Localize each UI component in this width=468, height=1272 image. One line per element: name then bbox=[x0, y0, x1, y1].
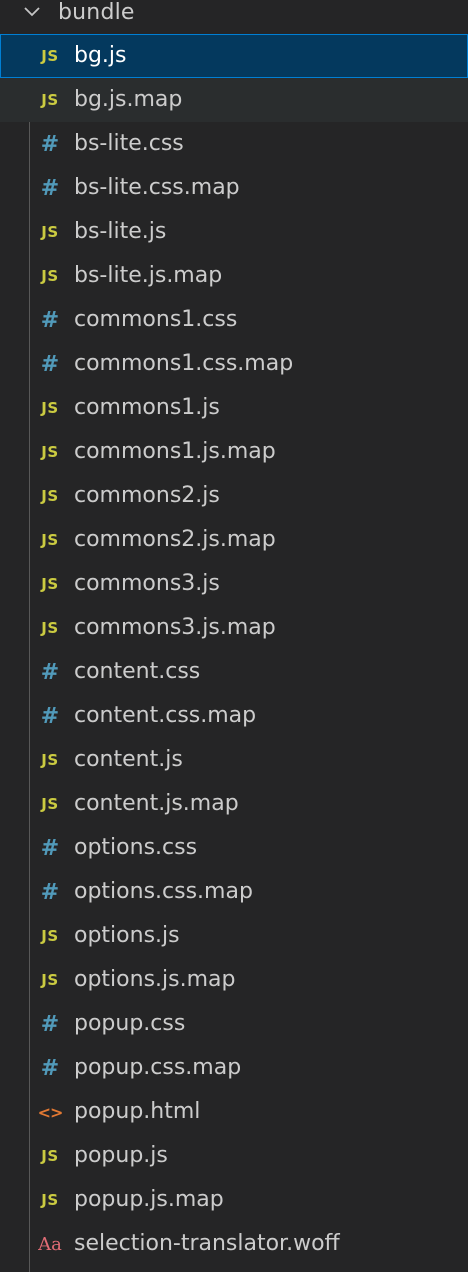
file-row[interactable]: # popup.css bbox=[0, 1002, 468, 1046]
js-icon: JS bbox=[41, 971, 59, 989]
file-name: commons2.js.map bbox=[74, 527, 276, 552]
css-hash-icon: # bbox=[40, 835, 60, 861]
file-name: popup.js.map bbox=[74, 1187, 224, 1212]
font-file-icon: Aa bbox=[38, 1233, 62, 1255]
file-name: bs-lite.js bbox=[74, 219, 167, 244]
js-icon: JS bbox=[41, 91, 59, 109]
file-name: options.css bbox=[74, 835, 198, 860]
file-row[interactable]: JS commons1.js bbox=[0, 386, 468, 430]
file-row[interactable]: # content.css bbox=[0, 650, 468, 694]
file-row[interactable]: JS commons3.js bbox=[0, 562, 468, 606]
chevron-down-icon[interactable] bbox=[24, 0, 54, 34]
file-name: popup.css.map bbox=[74, 1055, 242, 1080]
css-hash-icon: # bbox=[40, 703, 60, 729]
file-row[interactable]: # bs-lite.css.map bbox=[0, 166, 468, 210]
css-hash-icon: # bbox=[40, 131, 60, 157]
css-hash-icon: # bbox=[40, 307, 60, 333]
file-name: popup.html bbox=[74, 1099, 201, 1124]
file-row[interactable]: JS bs-lite.js.map bbox=[0, 254, 468, 298]
file-name: bs-lite.css.map bbox=[74, 175, 240, 200]
js-icon: JS bbox=[41, 575, 59, 593]
folder-name: bundle bbox=[58, 0, 135, 25]
file-name: content.css bbox=[74, 659, 201, 684]
file-row[interactable]: JS content.js.map bbox=[0, 782, 468, 826]
file-row[interactable]: # options.css.map bbox=[0, 870, 468, 914]
file-explorer-tree: bundle JS bg.js JS bg.js.map # bs-lite.css # bs… bbox=[0, 0, 468, 1272]
file-list: JS bg.js JS bg.js.map # bs-lite.css # bs-lite.c… bbox=[0, 34, 468, 1266]
file-row[interactable]: # bs-lite.css bbox=[0, 122, 468, 166]
file-row[interactable]: JS popup.js.map bbox=[0, 1178, 468, 1222]
file-name: content.css.map bbox=[74, 703, 257, 728]
js-icon: JS bbox=[41, 795, 59, 813]
file-row[interactable]: JS commons2.js bbox=[0, 474, 468, 518]
file-row[interactable]: # content.css.map bbox=[0, 694, 468, 738]
js-icon: JS bbox=[41, 399, 59, 417]
file-name: commons1.css bbox=[74, 307, 238, 332]
file-name: popup.css bbox=[74, 1011, 186, 1036]
file-name: options.js.map bbox=[74, 967, 236, 992]
js-icon: JS bbox=[41, 531, 59, 549]
file-name: content.js bbox=[74, 747, 183, 772]
file-name: bg.js.map bbox=[74, 87, 183, 112]
file-row[interactable]: <> popup.html bbox=[0, 1090, 468, 1134]
file-row[interactable]: # options.css bbox=[0, 826, 468, 870]
js-icon: JS bbox=[41, 267, 59, 285]
file-name: popup.js bbox=[74, 1143, 168, 1168]
file-name: bs-lite.css bbox=[74, 131, 184, 156]
file-row[interactable]: JS popup.js bbox=[0, 1134, 468, 1178]
file-row[interactable]: Aa selection-translator.woff bbox=[0, 1222, 468, 1266]
file-name: content.js.map bbox=[74, 791, 239, 816]
file-name: commons1.css.map bbox=[74, 351, 294, 376]
js-icon: JS bbox=[41, 1147, 59, 1165]
file-name: commons1.js.map bbox=[74, 439, 276, 464]
file-name: commons3.js.map bbox=[74, 615, 276, 640]
css-hash-icon: # bbox=[40, 351, 60, 377]
file-row[interactable]: JS bg.js.map bbox=[0, 78, 468, 122]
file-name: bs-lite.js.map bbox=[74, 263, 223, 288]
file-name: commons2.js bbox=[74, 483, 220, 508]
file-name: options.js bbox=[74, 923, 180, 948]
file-name: bg.js bbox=[74, 43, 127, 68]
file-row[interactable]: JS options.js bbox=[0, 914, 468, 958]
file-name: commons1.js bbox=[74, 395, 220, 420]
file-row[interactable]: JS content.js bbox=[0, 738, 468, 782]
js-icon: JS bbox=[41, 487, 59, 505]
file-row[interactable]: # popup.css.map bbox=[0, 1046, 468, 1090]
js-icon: JS bbox=[41, 1191, 59, 1209]
js-icon: JS bbox=[41, 751, 59, 769]
css-hash-icon: # bbox=[40, 1011, 60, 1037]
file-row[interactable]: # commons1.css.map bbox=[0, 342, 468, 386]
file-name: options.css.map bbox=[74, 879, 253, 904]
file-row[interactable]: # commons1.css bbox=[0, 298, 468, 342]
file-row[interactable]: JS commons2.js.map bbox=[0, 518, 468, 562]
file-name: selection-translator.woff bbox=[74, 1231, 340, 1256]
js-icon: JS bbox=[41, 619, 59, 637]
folder-row-bundle[interactable]: bundle bbox=[0, 0, 468, 34]
html-code-icon: <> bbox=[37, 1102, 64, 1122]
css-hash-icon: # bbox=[40, 1055, 60, 1081]
js-icon: JS bbox=[41, 47, 59, 65]
js-icon: JS bbox=[41, 223, 59, 241]
js-icon: JS bbox=[41, 443, 59, 461]
css-hash-icon: # bbox=[40, 879, 60, 905]
file-name: commons3.js bbox=[74, 571, 220, 596]
file-row[interactable]: JS bg.js bbox=[0, 34, 468, 78]
js-icon: JS bbox=[41, 927, 59, 945]
file-row[interactable]: JS bs-lite.js bbox=[0, 210, 468, 254]
css-hash-icon: # bbox=[40, 659, 60, 685]
file-row[interactable]: JS options.js.map bbox=[0, 958, 468, 1002]
file-row[interactable]: JS commons1.js.map bbox=[0, 430, 468, 474]
css-hash-icon: # bbox=[40, 175, 60, 201]
file-row[interactable]: JS commons3.js.map bbox=[0, 606, 468, 650]
